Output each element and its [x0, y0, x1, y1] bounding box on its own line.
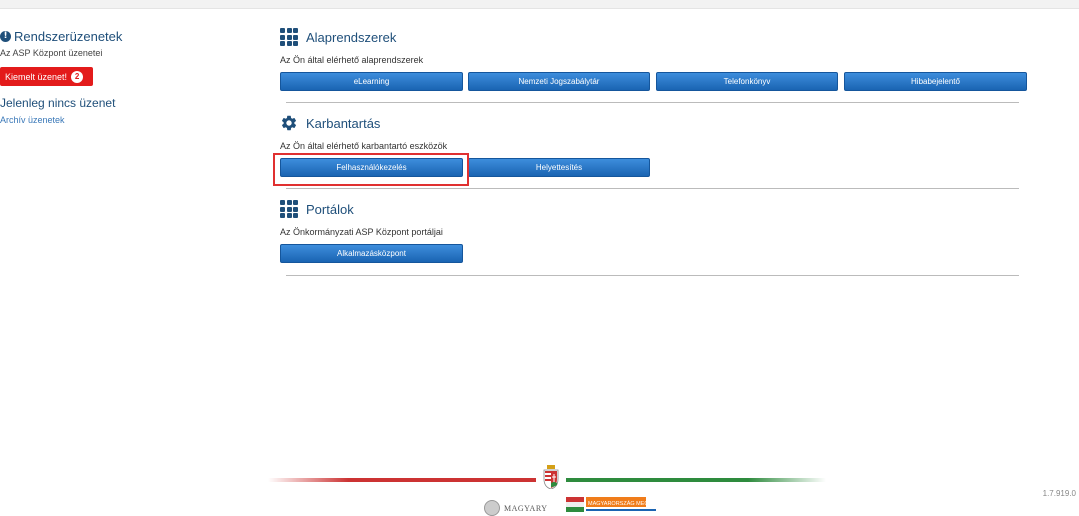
version-label: 1.7.919.0 — [1042, 489, 1076, 498]
top-bar — [0, 0, 1079, 9]
system-messages-subtitle: Az ASP Központ üzenetei — [0, 48, 103, 58]
helyettesites-button[interactable]: Helyettesítés — [468, 158, 650, 177]
section-title: Alaprendszerek — [306, 29, 397, 45]
elearning-button[interactable]: eLearning — [280, 72, 463, 91]
message-count-badge: 2 — [71, 70, 84, 83]
nemzeti-jogszabalytar-button[interactable]: Nemzeti Jogszabálytár — [468, 72, 650, 91]
section-divider — [286, 188, 1019, 189]
coat-of-arms-icon — [543, 465, 559, 489]
hibabejelento-button[interactable]: Hibabejelentő — [844, 72, 1027, 91]
grid-icon — [280, 28, 298, 46]
highlighted-message-button[interactable]: Kiemelt üzenet! 2 — [0, 67, 93, 86]
archive-messages-link[interactable]: Archív üzenetek — [0, 115, 220, 125]
section-description: Az Önkormányzati ASP Központ portáljai — [280, 227, 443, 237]
section-portalok: Portálok Az Önkormányzati ASP Központ po… — [280, 200, 1020, 263]
no-message-text: Jelenleg nincs üzenet — [0, 96, 116, 110]
magyary-logo-text: MAGYARY — [504, 503, 548, 513]
section-alaprendszerek: Alaprendszerek Az Ön által elérhető alap… — [280, 28, 1027, 91]
system-messages-panel: ! Rendszerüzenetek Az ASP Központ üzenet… — [0, 28, 220, 125]
megujul-logo-text: MAGYARORSZÁG MEGÚJUL — [588, 500, 662, 507]
section-divider — [286, 102, 1019, 103]
info-icon: ! — [0, 30, 11, 42]
section-description: Az Ön által elérhető karbantartó eszközö… — [280, 141, 448, 151]
section-description: Az Ön által elérhető alaprendszerek — [280, 55, 424, 65]
section-title: Portálok — [306, 201, 354, 217]
highlighted-message-label: Kiemelt üzenet! — [5, 71, 68, 82]
magyary-logo: MAGYARY — [484, 500, 548, 516]
alkalmazaskozpont-button[interactable]: Alkalmazásközpont — [280, 244, 463, 263]
section-title: Karbantartás — [306, 115, 381, 131]
highlight-box — [273, 153, 469, 186]
system-messages-title: ! Rendszerüzenetek — [0, 28, 220, 44]
magyarorszag-megujul-logo: MAGYARORSZÁG MEGÚJUL — [566, 496, 666, 515]
section-divider — [286, 275, 1019, 276]
seal-icon — [484, 500, 500, 516]
system-messages-title-text: Rendszerüzenetek — [14, 28, 123, 44]
footer-flag-line-left — [268, 478, 536, 482]
telefonkonyv-button[interactable]: Telefonkönyv — [656, 72, 838, 91]
footer-flag-line-right — [566, 478, 826, 482]
grid-icon — [280, 200, 298, 218]
gear-icon — [282, 115, 297, 131]
